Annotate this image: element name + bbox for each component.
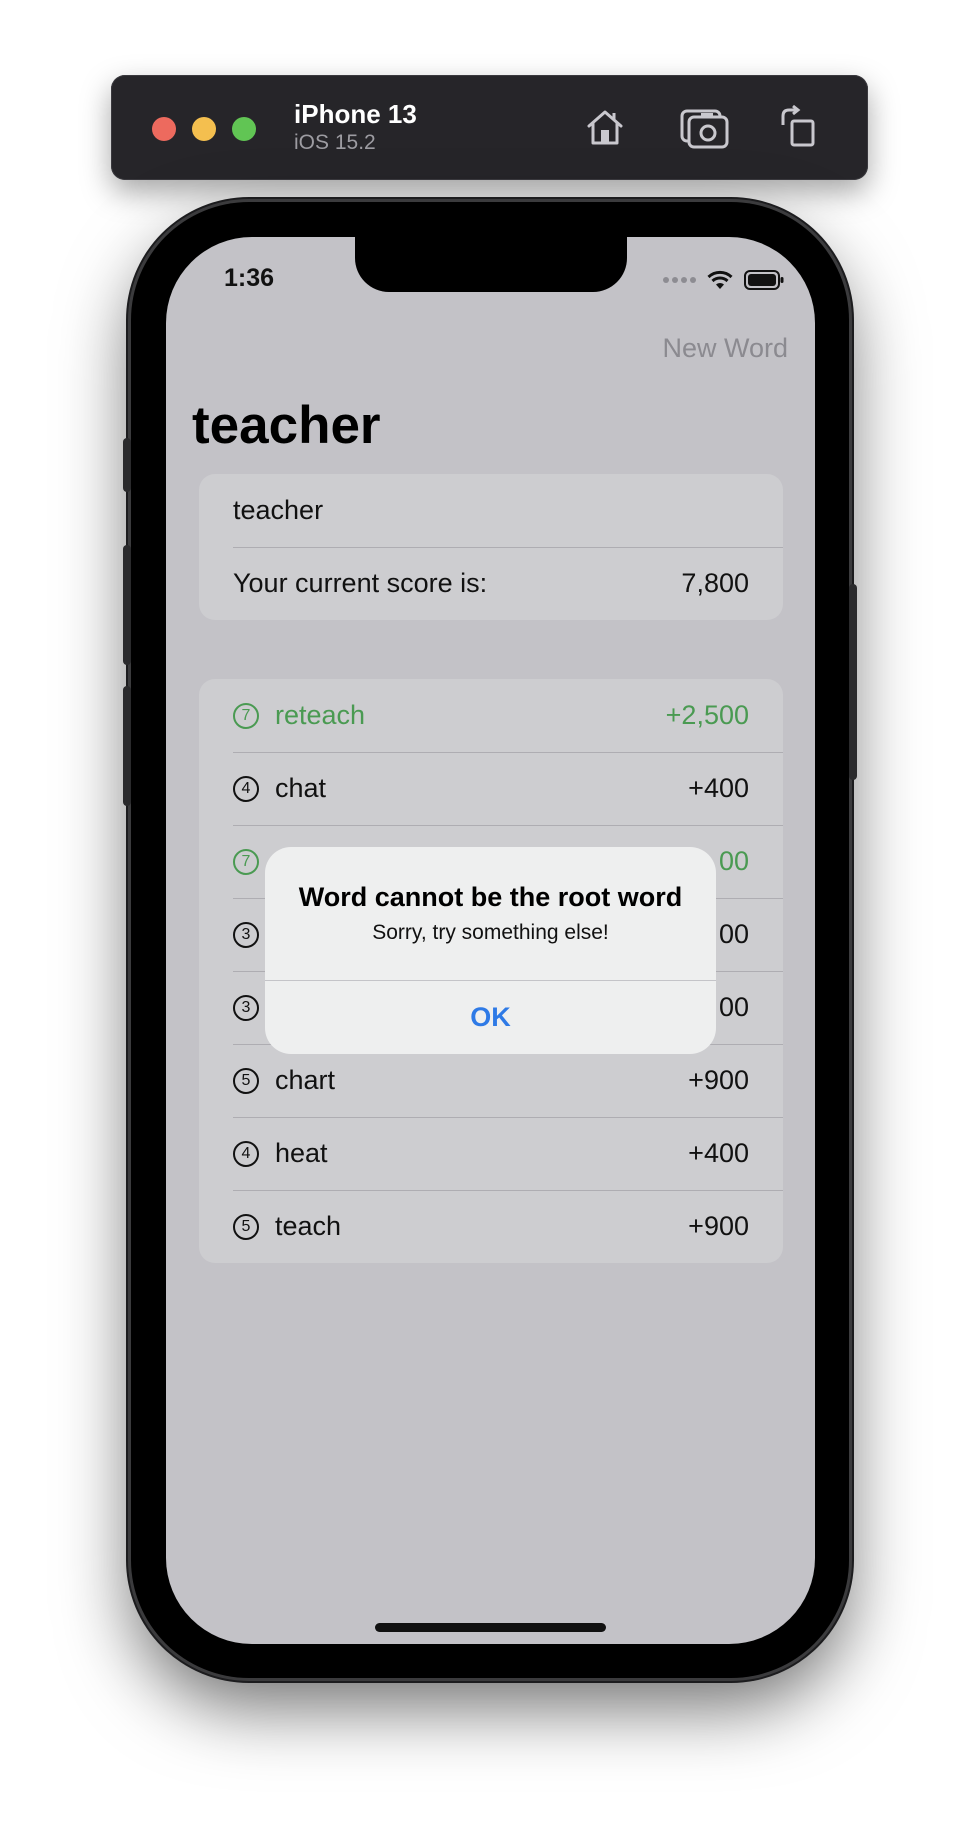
alert-message: Sorry, try something else!	[372, 921, 609, 944]
letter-count-circle-icon: 5	[233, 1067, 259, 1094]
list-item: 5 teach +900	[199, 1190, 783, 1263]
status-icons	[663, 267, 784, 293]
wifi-icon	[707, 270, 733, 289]
word-label: chat	[275, 773, 327, 803]
letter-count-circle-icon: 7	[233, 848, 259, 875]
minimize-window-button[interactable]	[192, 117, 216, 141]
word-points: 00	[718, 846, 749, 876]
side-button	[849, 584, 857, 780]
silent-switch	[123, 438, 131, 492]
zoom-window-button[interactable]	[232, 117, 256, 141]
word-label: teach	[275, 1211, 342, 1241]
text-field-value: teacher	[233, 495, 324, 525]
device-name: iPhone 13	[294, 99, 417, 129]
alert-ok-button[interactable]: OK	[265, 981, 716, 1054]
word-points: 00	[718, 992, 749, 1022]
list-item: 4 chat +400	[199, 752, 783, 825]
letter-count-circle-icon: 3	[233, 921, 259, 948]
signal-dots-icon	[663, 277, 696, 283]
score-value: 7,800	[681, 568, 749, 598]
list-item: 5 chart +900	[199, 1044, 783, 1117]
word-points: +900	[688, 1211, 749, 1241]
alert-dialog: Word cannot be the root word Sorry, try …	[265, 847, 716, 1054]
status-time: 1:36	[224, 264, 275, 292]
word-text-field[interactable]: teacher	[199, 474, 783, 547]
letter-count-circle-icon: 7	[233, 702, 259, 729]
input-section: teacher Your current score is: 7,800	[199, 474, 783, 620]
word-points: +400	[688, 773, 749, 803]
battery-icon	[744, 270, 784, 290]
home-indicator[interactable]	[375, 1623, 606, 1632]
notch	[355, 237, 627, 292]
word-points: 00	[718, 919, 749, 949]
letter-count-circle-icon: 4	[233, 1140, 259, 1167]
score-row: Your current score is: 7,800	[199, 547, 783, 620]
screenshot-icon[interactable]	[679, 103, 731, 151]
rotate-icon[interactable]	[775, 103, 823, 151]
word-points: +900	[688, 1065, 749, 1095]
score-label: Your current score is:	[233, 568, 488, 598]
os-version: iOS 15.2	[294, 131, 376, 154]
page-title: teacher	[192, 396, 381, 455]
volume-down-button	[123, 686, 131, 806]
new-word-button[interactable]: New Word	[662, 333, 788, 364]
list-item: 4 heat +400	[199, 1117, 783, 1190]
word-label: heat	[275, 1138, 328, 1168]
simulator-toolbar: iPhone 13 iOS 15.2	[111, 75, 868, 180]
list-item: 7 reteach +2,500	[199, 679, 783, 752]
letter-count-circle-icon: 3	[233, 994, 259, 1021]
alert-title: Word cannot be the root word	[298, 882, 683, 912]
word-label: chart	[275, 1065, 336, 1095]
letter-count-circle-icon: 5	[233, 1213, 259, 1240]
volume-up-button	[123, 545, 131, 665]
word-points: +400	[688, 1138, 749, 1168]
letter-count-circle-icon: 4	[233, 775, 259, 802]
word-points: +2,500	[665, 700, 749, 730]
close-window-button[interactable]	[152, 117, 176, 141]
home-icon[interactable]	[581, 103, 629, 151]
word-label: reteach	[275, 700, 366, 730]
